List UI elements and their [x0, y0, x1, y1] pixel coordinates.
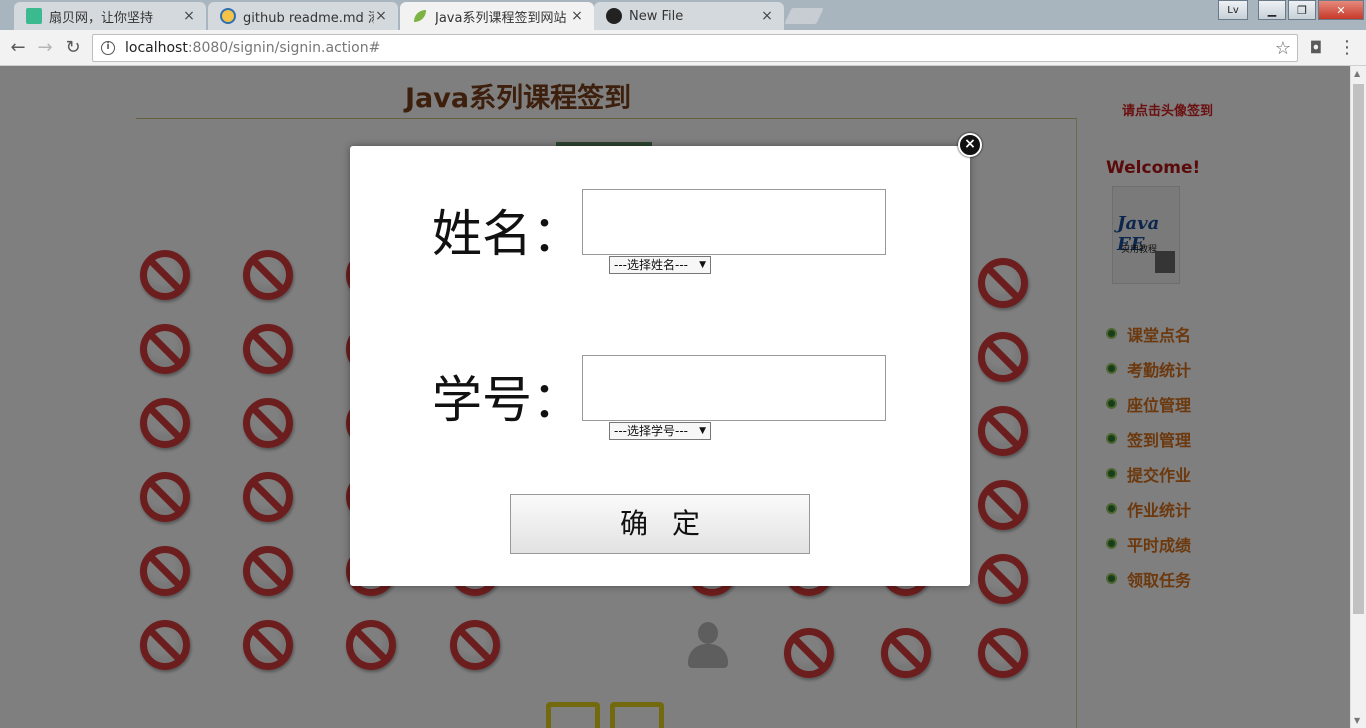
info-icon[interactable]: i: [101, 41, 115, 55]
tab-close-icon[interactable]: ×: [760, 8, 774, 24]
tab-shanbay[interactable]: 扇贝网，让你坚持 ×: [14, 2, 206, 30]
url-text[interactable]: localhost:8080/signin/signin.action#: [125, 40, 380, 56]
tab-java-signin[interactable]: Java系列课程签到网站 ×: [400, 2, 594, 30]
page-content: Java系列课程签到 请点击头像签到 Welcome! Java EE 实用教程…: [0, 66, 1350, 728]
tab-close-icon[interactable]: ×: [374, 8, 388, 24]
window-controls: Lv ▁ ❐ ✕: [1216, 0, 1364, 20]
tab-new-file[interactable]: New File ×: [594, 2, 784, 30]
scroll-up-icon[interactable]: ▲: [1354, 69, 1360, 78]
browser-tab-strip: 扇贝网，让你坚持 × github readme.md 添加 × Java系列课…: [0, 0, 1366, 30]
reload-icon[interactable]: ↻: [62, 37, 84, 59]
tab-title: 扇贝网，让你坚持: [49, 10, 154, 26]
tab-title: Java系列课程签到网站: [435, 10, 567, 26]
name-input[interactable]: [582, 189, 886, 255]
forward-icon[interactable]: →: [34, 37, 56, 59]
confirm-button[interactable]: 确定: [510, 494, 810, 554]
browser-toolbar: ← → ↻ i localhost:8080/signin/signin.act…: [0, 30, 1366, 66]
leaf-icon: [412, 8, 428, 24]
dropdown-arrow-icon: ▼: [699, 260, 706, 270]
tab-close-icon[interactable]: ×: [182, 8, 196, 24]
shanbay-icon: [26, 8, 42, 24]
search-engine-icon: [220, 8, 236, 24]
name-select[interactable]: ---选择姓名--- ▼: [609, 256, 711, 274]
close-icon[interactable]: ×: [958, 133, 982, 157]
menu-icon[interactable]: ⋮: [1336, 37, 1358, 59]
dropdown-arrow-icon: ▼: [699, 426, 706, 436]
tab-close-icon[interactable]: ×: [570, 8, 584, 24]
back-icon[interactable]: ←: [7, 37, 29, 59]
tab-title: github readme.md 添加: [243, 10, 374, 26]
name-label: 姓名：: [432, 205, 582, 263]
student-id-label: 学号：: [432, 371, 582, 429]
minimize-icon[interactable]: ▁: [1258, 0, 1286, 20]
vertical-scrollbar[interactable]: ▲ ▼: [1350, 66, 1366, 728]
signin-dialog: 姓名： ---选择姓名--- ▼ 学号： ---选择学号--- ▼ 确定: [350, 146, 970, 586]
scrollbar-thumb[interactable]: [1353, 84, 1364, 614]
window-close-icon[interactable]: ✕: [1318, 0, 1364, 20]
student-id-input[interactable]: [582, 355, 886, 421]
new-tab-button[interactable]: [784, 8, 824, 24]
scroll-down-icon[interactable]: ▼: [1354, 716, 1360, 725]
profile-button[interactable]: Lv: [1218, 0, 1248, 20]
address-bar[interactable]: i localhost:8080/signin/signin.action# ☆: [92, 34, 1298, 62]
bookmark-star-icon[interactable]: ☆: [1275, 38, 1291, 59]
pocket-icon[interactable]: ◘: [1305, 37, 1327, 59]
github-icon: [606, 8, 622, 24]
tab-title: New File: [629, 8, 684, 24]
student-id-select[interactable]: ---选择学号--- ▼: [609, 422, 711, 440]
restore-icon[interactable]: ❐: [1288, 0, 1316, 20]
tab-github-readme[interactable]: github readme.md 添加 ×: [208, 2, 398, 30]
